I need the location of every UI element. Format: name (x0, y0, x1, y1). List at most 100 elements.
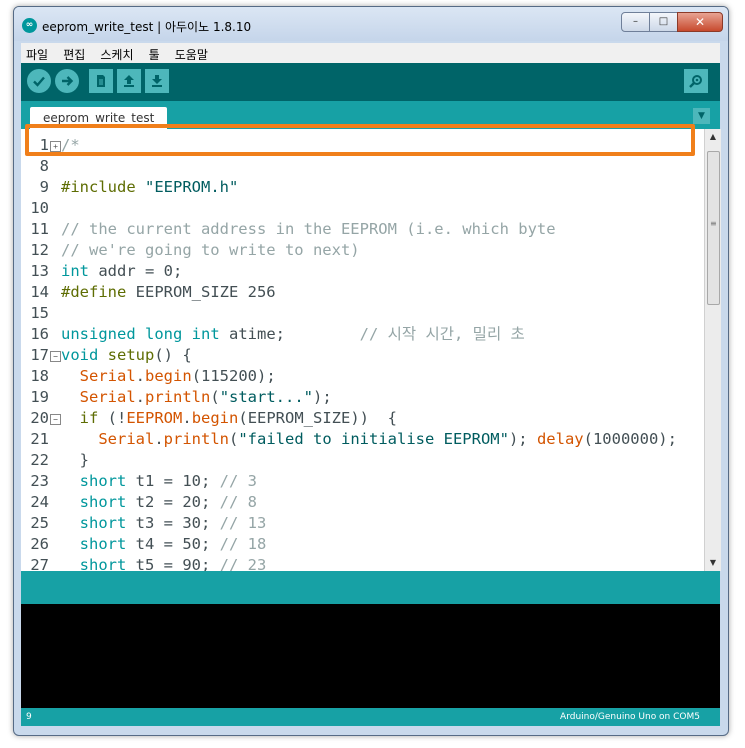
current-line-number: 9 (26, 712, 32, 722)
window-title: eeprom_write_test | 아두이노 1.8.10 (42, 20, 252, 34)
toolbar (21, 63, 720, 101)
code-token: "failed to initialise EEPROM" (238, 430, 509, 448)
console-output[interactable] (21, 604, 720, 708)
code-token: // 시작 시간, 밀리 초 (359, 325, 525, 343)
code-editor[interactable]: 1 +8 9 10 11 12 13 14 15 16 17−18 19 20−21 22 23 24 25 26… (21, 129, 721, 574)
code-token: ); (508, 430, 537, 448)
menu-file[interactable]: 파일 (21, 43, 53, 63)
title-bar[interactable]: ∞ eeprom_write_test | 아두이노 1.8.10 – □ ✕ (14, 7, 728, 41)
code-line[interactable] (61, 303, 701, 324)
line-number-gutter: 1 +8 9 10 11 12 13 14 15 16 17−18 19 20−21 22 23 24 25 26… (21, 129, 61, 574)
code-token: setup (107, 346, 155, 364)
code-line[interactable]: // the current address in the EEPROM (i.… (61, 219, 701, 240)
code-token: unsigned (61, 325, 136, 343)
scrollbar-thumb[interactable]: ≡ (707, 151, 720, 305)
code-token: // 23 (219, 556, 267, 571)
code-line[interactable]: } (61, 450, 701, 471)
message-area (21, 571, 720, 604)
line-number: 16 (30, 325, 49, 343)
code-line[interactable]: short t3 = 30; // 13 (61, 513, 701, 534)
code-token: long (145, 325, 183, 343)
line-number: 13 (30, 262, 49, 280)
code-line[interactable]: Serial.begin(115200); (61, 366, 701, 387)
menu-bar: 파일 편집 스케치 툴 도움말 (21, 43, 720, 63)
ide-window: ∞ eeprom_write_test | 아두이노 1.8.10 – □ ✕ … (13, 6, 729, 736)
verify-icon (33, 76, 45, 87)
code-line[interactable]: Serial.println("failed to initialise EEP… (61, 429, 701, 450)
upload-icon (62, 76, 74, 86)
code-token: short (79, 493, 127, 511)
code-token: (1000000); (583, 430, 677, 448)
code-token: (EEPROM_SIZE)) { (238, 409, 397, 427)
code-line[interactable]: short t1 = 10; // 3 (61, 471, 701, 492)
code-token: if (79, 409, 99, 427)
line-number: 26 (30, 535, 49, 553)
line-number: 20 (30, 409, 49, 427)
line-number: 21 (30, 430, 49, 448)
code-token: println (163, 430, 229, 448)
board-port-label: Arduino/Genuino Uno on COM5 (560, 712, 700, 722)
menu-edit[interactable]: 편집 (58, 43, 90, 63)
code-token: short (79, 556, 127, 571)
code-token: t2 = 20; (126, 493, 220, 511)
serial-monitor-button[interactable] (684, 69, 708, 93)
code-token: . (154, 430, 164, 448)
code-token: EEPROM_SIZE 256 (126, 283, 276, 301)
code-line[interactable]: // we're going to write to next) (61, 240, 701, 261)
code-line[interactable]: int addr = 0; (61, 261, 701, 282)
scroll-up-arrow-icon[interactable]: ▲ (705, 129, 721, 145)
menu-sketch[interactable]: 스케치 (95, 43, 138, 63)
code-line[interactable] (61, 156, 701, 177)
code-line[interactable]: short t5 = 90; // 23 (61, 555, 701, 571)
code-line[interactable]: Serial.println("start..."); (61, 387, 701, 408)
code-token: t3 = 30; (126, 514, 220, 532)
code-area[interactable]: /* #include "EEPROM.h"// the current addr… (61, 129, 704, 571)
window-controls: – □ ✕ (621, 12, 723, 32)
code-token: () { (154, 346, 192, 364)
scroll-down-arrow-icon[interactable]: ▼ (705, 555, 721, 571)
line-number: 17 (30, 346, 49, 364)
vertical-scrollbar[interactable]: ▲ ≡ ▼ (704, 129, 721, 571)
tab-menu-button[interactable]: ▼ (693, 108, 710, 124)
code-line[interactable]: void setup() { (61, 345, 701, 366)
save-button[interactable] (145, 69, 169, 93)
code-line[interactable]: short t4 = 50; // 18 (61, 534, 701, 555)
code-token: t1 = 10; (126, 472, 220, 490)
code-token: . (135, 388, 146, 406)
code-token: // the current address in the EEPROM (i.… (61, 220, 556, 238)
upload-button[interactable] (55, 69, 79, 93)
menu-tools[interactable]: 툴 (144, 43, 165, 63)
code-token: Serial (79, 388, 136, 406)
open-button[interactable] (117, 69, 141, 93)
code-token: // 3 (219, 472, 257, 490)
code-line[interactable]: #define EEPROM_SIZE 256 (61, 282, 701, 303)
code-token: int (61, 262, 89, 280)
fold-collapse-icon[interactable]: − (50, 351, 61, 362)
verify-button[interactable] (27, 69, 51, 93)
fold-collapse-icon[interactable]: − (50, 414, 61, 425)
menu-help[interactable]: 도움말 (170, 43, 213, 63)
code-line[interactable]: #include "EEPROM.h" (61, 177, 701, 198)
minimize-button[interactable]: – (621, 12, 650, 32)
code-line[interactable]: short t2 = 20; // 8 (61, 492, 701, 513)
line-number: 12 (30, 241, 49, 259)
new-button[interactable] (89, 69, 113, 93)
line-number: 11 (30, 220, 49, 238)
code-token: // 13 (219, 514, 267, 532)
code-token: begin (191, 409, 239, 427)
code-line[interactable]: unsigned long int atime; // 시작 시간, 밀리 초 (61, 324, 701, 345)
code-line[interactable]: if (!EEPROM.begin(EEPROM_SIZE)) { (61, 408, 701, 429)
maximize-button[interactable]: □ (649, 12, 678, 32)
close-button[interactable]: ✕ (677, 12, 723, 32)
code-line[interactable] (61, 198, 701, 219)
code-token: short (79, 514, 127, 532)
line-number: 19 (30, 388, 49, 406)
code-token: t5 = 90; (126, 556, 220, 571)
